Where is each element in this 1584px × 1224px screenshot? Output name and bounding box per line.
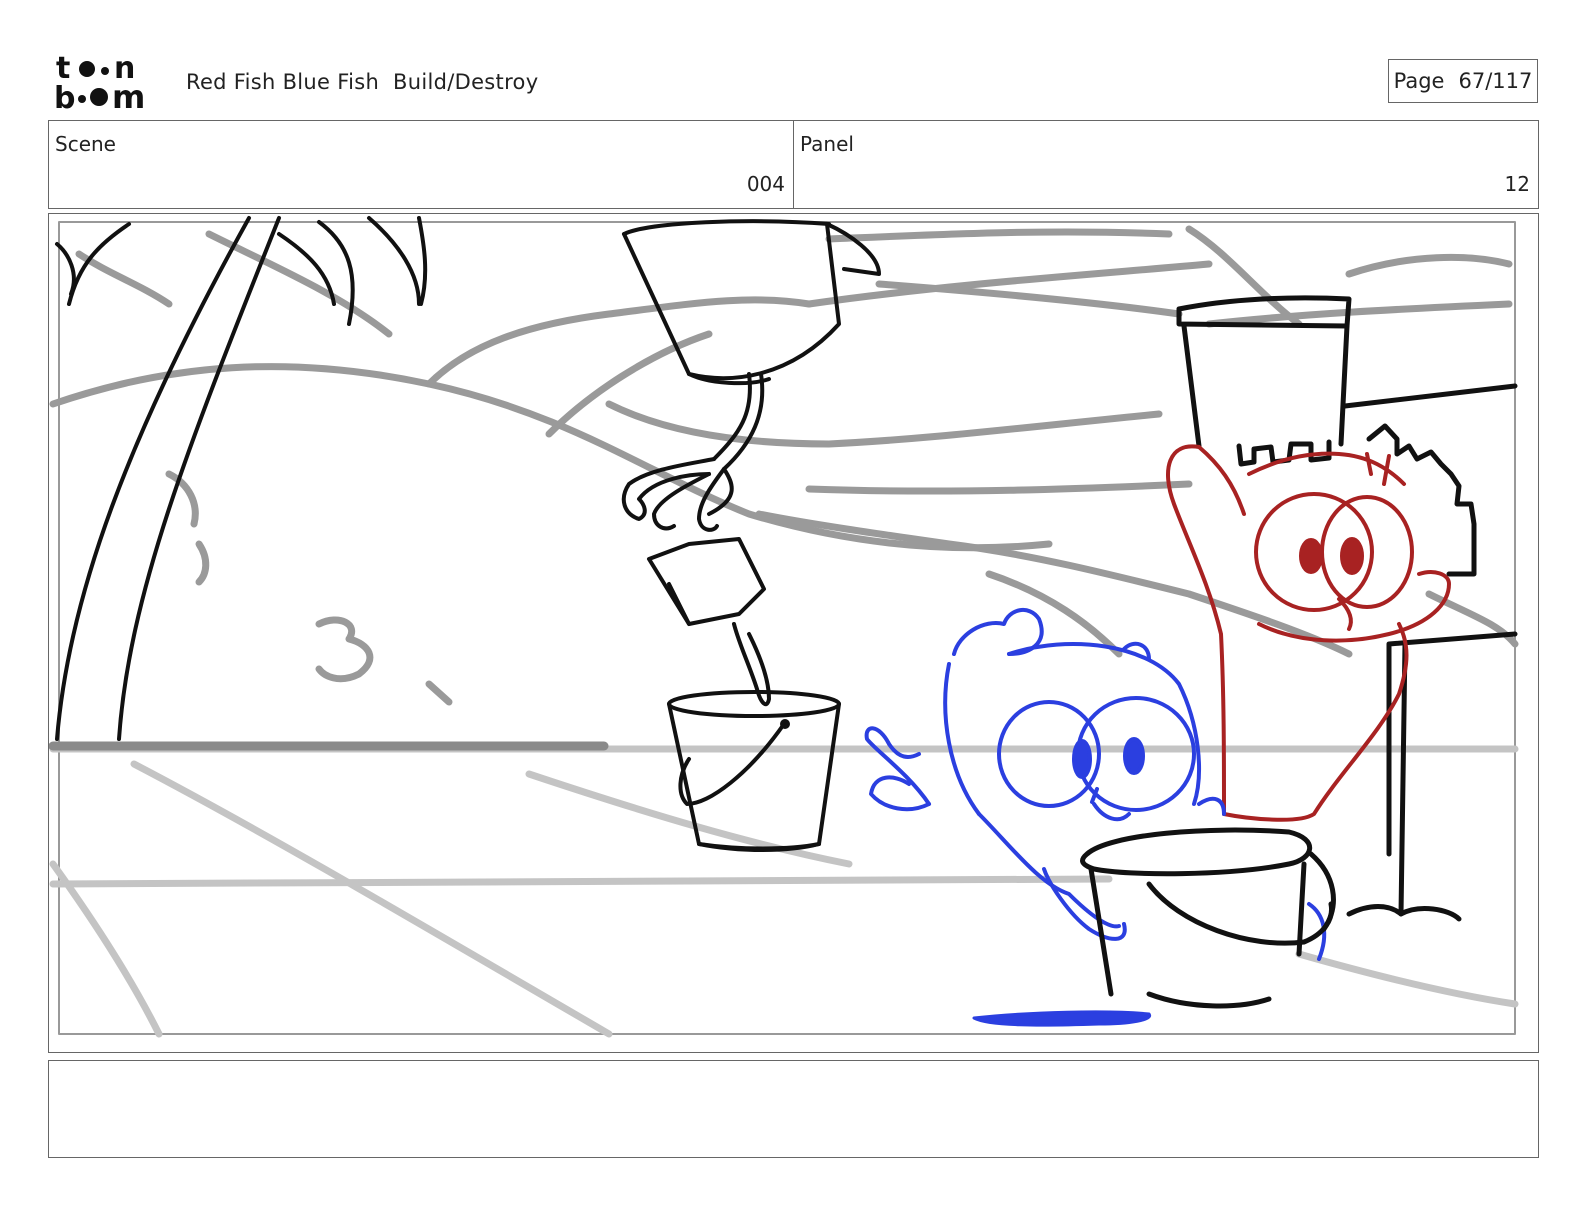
grabber-claw [621, 372, 771, 707]
scene-number: 004 [746, 172, 785, 196]
page-number: 67/117 [1458, 69, 1533, 93]
svg-text:b: b [54, 81, 75, 112]
scene-cell: Scene 004 [49, 121, 793, 208]
document-title: Red Fish Blue Fish Build/Destroy [186, 70, 539, 94]
panel-notes-box [48, 1060, 1539, 1158]
storyboard-sketch [49, 216, 1519, 1038]
blue-fish-shadow [972, 1010, 1152, 1027]
panel-cell: Panel 12 [793, 121, 1538, 208]
big-bucket [1080, 827, 1336, 1009]
small-sand-bucket [667, 690, 841, 852]
scene-panel-table: Scene 004 Panel 12 [48, 120, 1539, 209]
panel-number: 12 [1504, 172, 1530, 196]
storyboard-panel [48, 213, 1539, 1053]
panel-label: Panel [800, 132, 854, 156]
toonboom-logo: t n b m [54, 52, 145, 112]
ground-lines [49, 745, 1519, 1038]
scene-label: Scene [55, 132, 116, 156]
page-label: Page [1393, 69, 1445, 93]
svg-text:m: m [112, 78, 145, 112]
page-indicator: Page 67/117 [1388, 59, 1538, 103]
